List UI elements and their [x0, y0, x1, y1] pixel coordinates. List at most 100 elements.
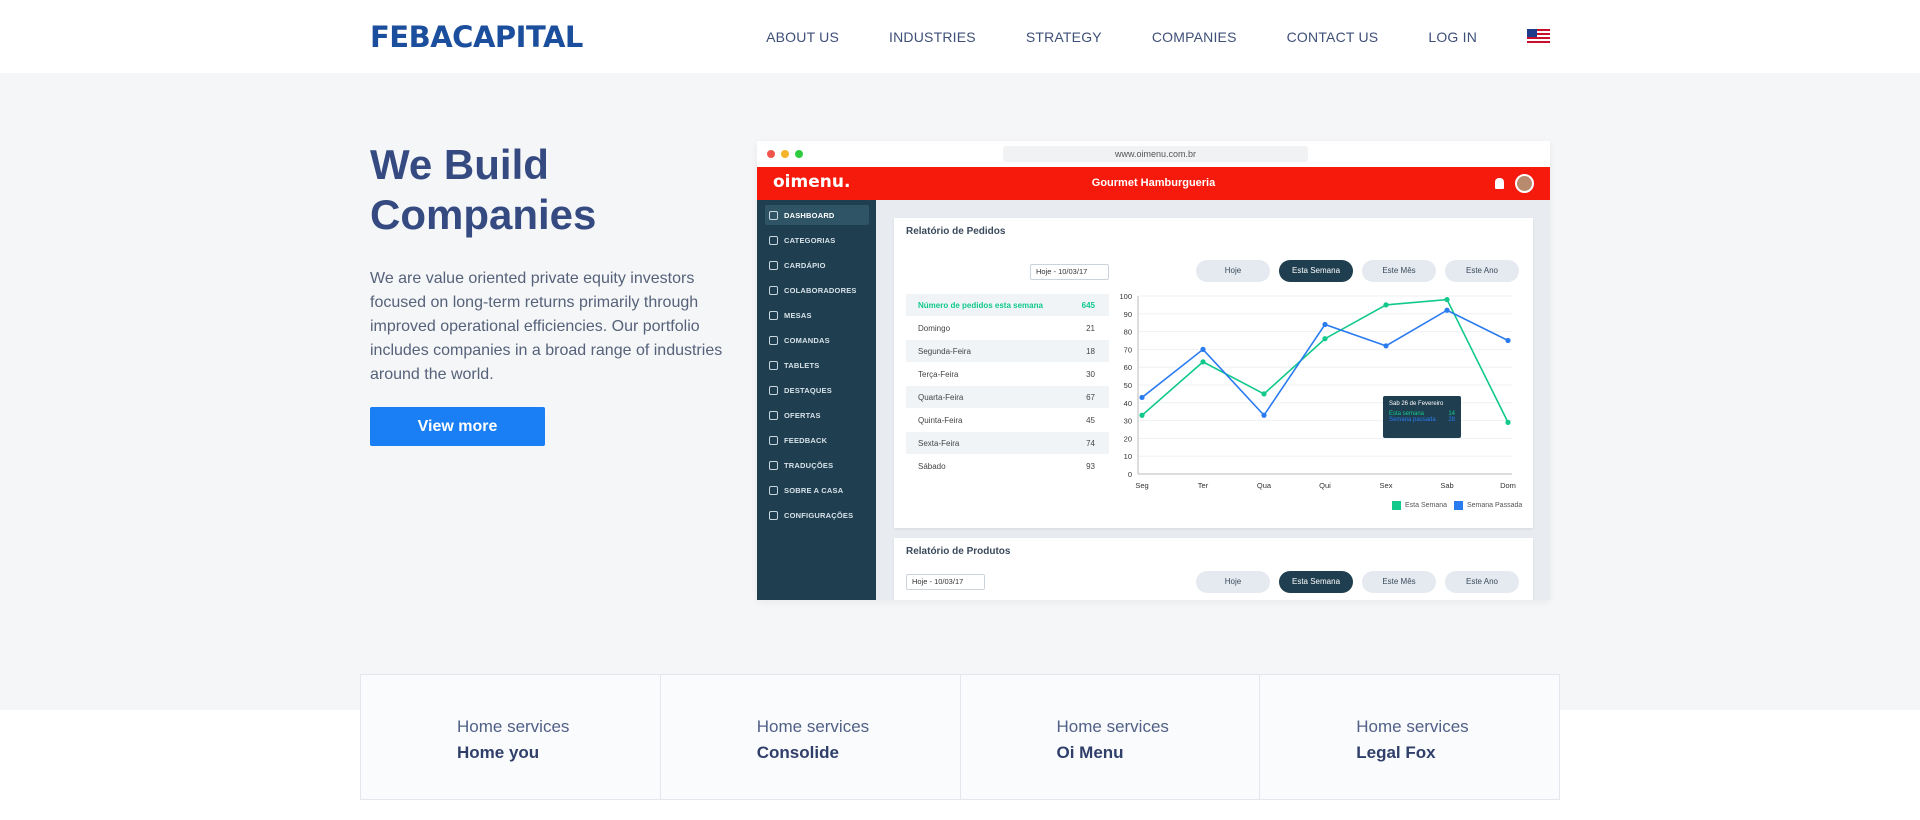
products-report-card: Relatório de Produtos Hoje - 10/03/17 Ho…	[894, 538, 1533, 600]
app-main: Relatório de Pedidos Hoje - 10/03/17 Hoj…	[876, 200, 1550, 600]
date-select: Hoje - 10/03/17	[1030, 264, 1109, 280]
sidebar-item: DASHBOARD	[765, 205, 869, 225]
data-point	[1261, 391, 1267, 397]
bell-icon	[1495, 178, 1504, 189]
row-value: 67	[1086, 392, 1095, 402]
app-title: Gourmet Hamburgueria	[1091, 177, 1216, 189]
table-row: Quarta-Feira 67	[906, 386, 1109, 408]
table-row: Quinta-Feira 45	[906, 409, 1109, 431]
companies-list: Home services Home you Home services Con…	[360, 674, 1560, 800]
x-tick-label: Qua	[1257, 481, 1272, 490]
tablet-icon	[769, 360, 778, 370]
legend-swatch	[1392, 501, 1401, 510]
receipt-icon	[769, 335, 778, 345]
sidebar-label: CATEGORIAS	[784, 235, 836, 245]
table-row: Sábado 93	[906, 455, 1109, 477]
x-tick-label: Qui	[1319, 481, 1331, 490]
data-point	[1383, 343, 1389, 349]
table-icon	[769, 310, 778, 320]
data-point	[1505, 419, 1511, 425]
company-card[interactable]: Home services Consolide	[661, 675, 961, 799]
y-tick-label: 20	[1124, 434, 1132, 443]
data-point	[1444, 307, 1450, 313]
sidebar-label: COMANDAS	[784, 335, 830, 345]
sidebar-label: CARDÁPIO	[784, 260, 826, 270]
sidebar-label: DESTAQUES	[784, 385, 832, 395]
tag-icon	[769, 235, 778, 245]
star-icon	[769, 385, 778, 395]
table-row: Sexta-Feira 74	[906, 432, 1109, 454]
nav-contact-us[interactable]: CONTACT US	[1287, 29, 1379, 45]
row-value: 74	[1086, 438, 1095, 448]
company-name: Home you	[457, 743, 540, 762]
y-tick-label: 60	[1124, 363, 1132, 372]
sidebar-label: DASHBOARD	[784, 210, 835, 220]
data-point	[1322, 336, 1328, 342]
row-value: 30	[1086, 369, 1095, 379]
company-name: Oi Menu	[1056, 743, 1124, 762]
pill-this-year: Este Ano	[1445, 260, 1519, 282]
sidebar-item: FEEDBACK	[765, 430, 869, 450]
sidebar-label: COLABORADORES	[784, 285, 857, 295]
pill-this-week: Esta Semana	[1279, 571, 1353, 593]
legend-swatch	[1454, 501, 1463, 510]
sidebar-item: CONFIGURAÇÕES	[765, 505, 869, 525]
y-tick-label: 0	[1128, 470, 1132, 479]
url-bar: www.oimenu.com.br	[1003, 146, 1308, 162]
company-name: Legal Fox	[1356, 743, 1436, 762]
pill-today: Hoje	[1196, 571, 1270, 593]
row-label: Quarta-Feira	[918, 392, 964, 402]
company-category: Home services	[1056, 717, 1169, 736]
sidebar-item: TABLETS	[765, 355, 869, 375]
nav-industries[interactable]: INDUSTRIES	[889, 29, 976, 45]
sidebar-label: CONFIGURAÇÕES	[784, 510, 854, 520]
data-point	[1200, 346, 1206, 352]
sidebar-label: MESAS	[784, 310, 812, 320]
y-tick-label: 50	[1124, 381, 1132, 390]
company-card[interactable]: Home services Legal Fox	[1260, 675, 1559, 799]
nav-strategy[interactable]: STRATEGY	[1026, 29, 1102, 45]
company-card[interactable]: Home services Home you	[361, 675, 661, 799]
row-label: Sexta-Feira	[918, 438, 960, 448]
main-nav: ABOUT US INDUSTRIES STRATEGY COMPANIES C…	[716, 0, 1550, 73]
site-header: FEBACAPITAL ABOUT US INDUSTRIES STRATEGY…	[0, 0, 1920, 73]
nav-log-in[interactable]: LOG IN	[1428, 29, 1477, 45]
orders-report-card: Relatório de Pedidos Hoje - 10/03/17 Hoj…	[894, 218, 1533, 528]
y-tick-label: 80	[1124, 328, 1132, 337]
sidebar-item: MESAS	[765, 305, 869, 325]
orders-line-chart: 0 10 20 30 40 50 60 70 80 90 100 Seg Ter Qua Qui Sex Sab…	[1119, 292, 1515, 490]
card-title: Relatório de Pedidos	[906, 226, 1006, 237]
view-more-button[interactable]: View more	[370, 407, 545, 446]
percent-icon	[769, 410, 778, 420]
x-tick-label: Ter	[1198, 481, 1209, 490]
sidebar-item: DESTAQUES	[765, 380, 869, 400]
sidebar-label: OFERTAS	[784, 410, 821, 420]
sidebar-item: SOBRE A CASA	[765, 480, 869, 500]
company-card[interactable]: Home services Oi Menu	[961, 675, 1261, 799]
table-row: Número de pedidos esta semana 645	[906, 294, 1109, 316]
data-point	[1383, 302, 1389, 308]
y-tick-label: 90	[1124, 310, 1132, 319]
date-select: Hoje - 10/03/17	[906, 574, 985, 590]
sidebar-item: COLABORADORES	[765, 280, 869, 300]
row-label: Domingo	[918, 323, 951, 333]
card-title: Relatório de Produtos	[906, 546, 1011, 557]
sidebar-item: CARDÁPIO	[765, 255, 869, 275]
data-point	[1200, 359, 1206, 365]
us-flag-icon[interactable]	[1527, 29, 1550, 44]
row-value: 21	[1086, 323, 1095, 333]
nav-about-us[interactable]: ABOUT US	[766, 29, 839, 45]
data-point	[1322, 321, 1328, 328]
tooltip-title: Sab 26 de Fevereiro	[1389, 401, 1444, 407]
nav-companies[interactable]: COMPANIES	[1152, 29, 1237, 45]
globe-icon	[769, 460, 778, 470]
sidebar-label: SOBRE A CASA	[784, 485, 844, 495]
legend-item: Semana Passada	[1454, 501, 1522, 510]
logo-text: FEBACAPITAL	[370, 20, 583, 54]
app-screenshot: www.oimenu.com.br oimenu. Gourmet Hambur…	[757, 141, 1550, 600]
x-tick-label: Seg	[1135, 481, 1148, 490]
avatar	[1515, 174, 1534, 193]
row-label: Sábado	[918, 461, 946, 471]
minimize-dot-icon	[781, 150, 789, 158]
logo[interactable]: FEBACAPITAL	[370, 20, 583, 54]
